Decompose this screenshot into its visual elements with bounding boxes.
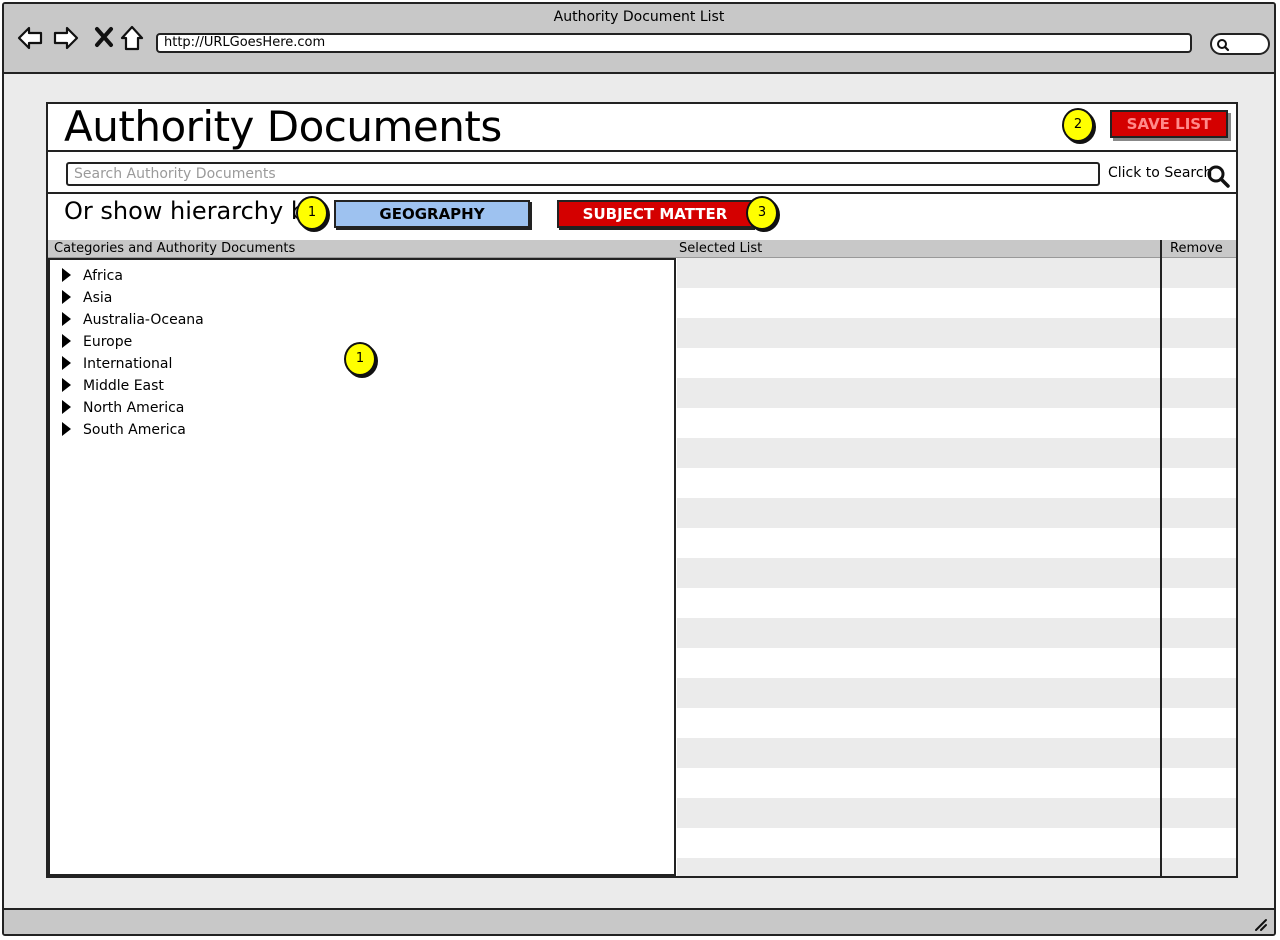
geography-button[interactable]: GEOGRAPHY <box>334 200 530 228</box>
categories-tree: Africa Asia Australia-Oceana Europe Inte… <box>48 258 676 876</box>
window-title: Authority Document List <box>553 9 725 25</box>
list-item <box>677 768 1236 798</box>
expand-arrow-icon <box>62 268 71 282</box>
column-header-remove: Remove <box>1170 241 1223 256</box>
list-item <box>677 528 1236 558</box>
tree-item-south-america[interactable]: South America <box>60 419 186 441</box>
tree-item-africa[interactable]: Africa <box>60 265 123 287</box>
tree-item-australia-oceana[interactable]: Australia-Oceana <box>60 309 204 331</box>
list-item <box>677 708 1236 738</box>
list-item <box>677 348 1236 378</box>
expand-arrow-icon <box>62 290 71 304</box>
list-item <box>677 678 1236 708</box>
browser-window: Authority Document List http://URLGoesHe… <box>2 2 1276 936</box>
hierarchy-label: Or show hierarchy by <box>64 197 321 225</box>
url-bar[interactable]: http://URLGoesHere.com <box>156 33 1192 53</box>
stop-icon[interactable] <box>90 24 118 52</box>
save-list-button[interactable]: SAVE LIST <box>1110 110 1228 138</box>
home-icon[interactable] <box>118 24 146 52</box>
subject-matter-button[interactable]: SUBJECT MATTER <box>557 200 753 228</box>
list-item <box>677 408 1236 438</box>
list-item <box>677 798 1236 828</box>
list-item <box>677 828 1236 858</box>
list-item <box>677 288 1236 318</box>
divider <box>48 192 1236 194</box>
callout-badge: 2 <box>1062 108 1094 142</box>
callout-badge: 1 <box>296 196 328 230</box>
list-item <box>677 618 1236 648</box>
search-icon[interactable] <box>1206 164 1230 188</box>
expand-arrow-icon <box>62 400 71 414</box>
click-to-search-link[interactable]: Click to Search <box>1108 165 1212 181</box>
list-item <box>677 468 1236 498</box>
table-header: Categories and Authority Documents Selec… <box>48 240 1236 258</box>
status-bar <box>4 908 1274 934</box>
column-divider <box>1160 240 1162 876</box>
list-item <box>677 588 1236 618</box>
resize-grip-icon[interactable] <box>1252 916 1268 932</box>
tree-item-international[interactable]: International <box>60 353 172 375</box>
search-icon <box>1217 39 1230 52</box>
list-item <box>677 648 1236 678</box>
expand-arrow-icon <box>62 422 71 436</box>
browser-titlebar: Authority Document List http://URLGoesHe… <box>4 4 1274 74</box>
page-title: Authority Documents <box>64 102 502 151</box>
list-item <box>677 258 1236 288</box>
list-item <box>677 498 1236 528</box>
column-header-selected-list: Selected List <box>679 241 763 256</box>
callout-badge: 1 <box>344 342 376 376</box>
divider <box>48 150 1236 152</box>
list-item <box>677 438 1236 468</box>
selected-list <box>677 258 1236 876</box>
expand-arrow-icon <box>62 334 71 348</box>
list-item <box>677 738 1236 768</box>
callout-badge: 3 <box>746 196 778 230</box>
expand-arrow-icon <box>62 378 71 392</box>
authority-documents-panel: Authority Documents SAVE LIST 2 Click to… <box>46 102 1238 878</box>
expand-arrow-icon <box>62 356 71 370</box>
tree-item-asia[interactable]: Asia <box>60 287 112 309</box>
tree-item-middle-east[interactable]: Middle East <box>60 375 164 397</box>
back-icon[interactable] <box>16 24 44 52</box>
search-input[interactable] <box>66 162 1100 186</box>
column-header-categories: Categories and Authority Documents <box>54 241 296 256</box>
forward-icon[interactable] <box>52 24 80 52</box>
list-item <box>677 558 1236 588</box>
list-item <box>677 318 1236 348</box>
list-item <box>677 378 1236 408</box>
expand-arrow-icon <box>62 312 71 326</box>
browser-search-box[interactable] <box>1210 33 1270 55</box>
tree-item-europe[interactable]: Europe <box>60 331 132 353</box>
list-item <box>677 858 1236 876</box>
documents-table: Categories and Authority Documents Selec… <box>48 240 1236 876</box>
tree-item-north-america[interactable]: North America <box>60 397 184 419</box>
